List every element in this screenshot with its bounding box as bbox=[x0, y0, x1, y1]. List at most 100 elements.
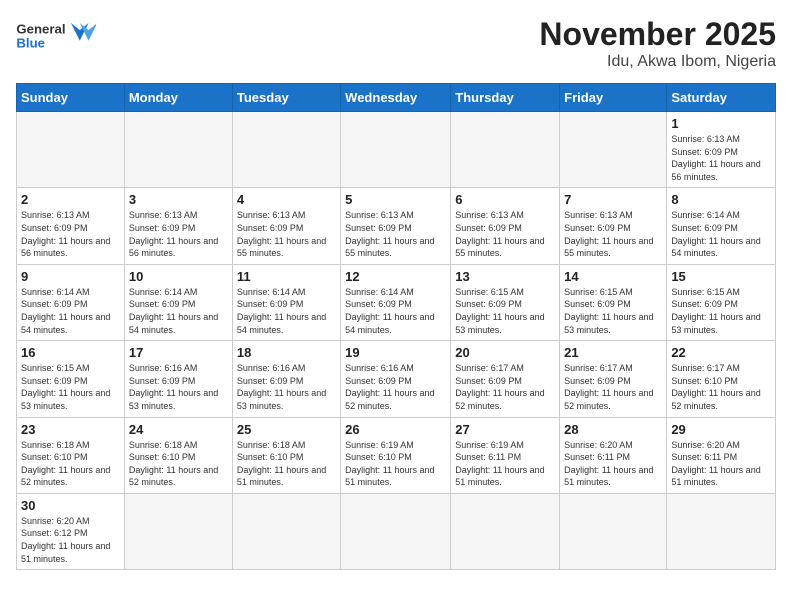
calendar-cell: 7Sunrise: 6:13 AM Sunset: 6:09 PM Daylig… bbox=[560, 188, 667, 264]
day-info: Sunrise: 6:13 AM Sunset: 6:09 PM Dayligh… bbox=[345, 209, 446, 259]
day-number: 17 bbox=[129, 345, 228, 360]
day-info: Sunrise: 6:17 AM Sunset: 6:09 PM Dayligh… bbox=[564, 362, 662, 412]
day-number: 13 bbox=[455, 269, 555, 284]
calendar-cell: 30 Sunrise: 6:20 AM Sunset: 6:12 PM Dayli… bbox=[17, 493, 125, 569]
calendar-header: SundayMondayTuesdayWednesdayThursdayFrid… bbox=[17, 84, 776, 112]
calendar-cell bbox=[17, 112, 125, 188]
day-number: 26 bbox=[345, 422, 446, 437]
calendar-cell: 26Sunrise: 6:19 AM Sunset: 6:10 PM Dayli… bbox=[341, 417, 451, 493]
day-info: Sunrise: 6:13 AM Sunset: 6:09 PM Dayligh… bbox=[671, 133, 771, 183]
day-info: Sunrise: 6:20 AM Sunset: 6:11 PM Dayligh… bbox=[564, 439, 662, 489]
day-info: Sunrise: 6:14 AM Sunset: 6:09 PM Dayligh… bbox=[129, 286, 228, 336]
calendar-week-5: 30 Sunrise: 6:20 AM Sunset: 6:12 PM Dayli… bbox=[17, 493, 776, 569]
day-info: Sunrise: 6:15 AM Sunset: 6:09 PM Dayligh… bbox=[671, 286, 771, 336]
header-day-thursday: Thursday bbox=[451, 84, 560, 112]
calendar-cell: 16Sunrise: 6:15 AM Sunset: 6:09 PM Dayli… bbox=[17, 341, 125, 417]
calendar-cell: 28 Sunrise: 6:20 AM Sunset: 6:11 PM Dayli… bbox=[560, 417, 667, 493]
calendar-cell: 25 Sunrise: 6:18 AM Sunset: 6:10 PM Dayli… bbox=[232, 417, 340, 493]
day-info: Sunrise: 6:14 AM Sunset: 6:09 PM Dayligh… bbox=[671, 209, 771, 259]
calendar-cell: 12 Sunrise: 6:14 AM Sunset: 6:09 PM Dayli… bbox=[341, 264, 451, 340]
calendar-cell bbox=[560, 112, 667, 188]
day-number: 21 bbox=[564, 345, 662, 360]
day-number: 30 bbox=[21, 498, 120, 513]
day-info: Sunrise: 6:18 AM Sunset: 6:10 PM Dayligh… bbox=[21, 439, 120, 489]
calendar-cell: 29Sunrise: 6:20 AM Sunset: 6:11 PM Dayli… bbox=[667, 417, 776, 493]
calendar-cell bbox=[232, 493, 340, 569]
calendar-cell bbox=[451, 493, 560, 569]
calendar-week-2: 9 Sunrise: 6:14 AM Sunset: 6:09 PM Daylig… bbox=[17, 264, 776, 340]
calendar-week-1: 2 Sunrise: 6:13 AM Sunset: 6:09 PM Daylig… bbox=[17, 188, 776, 264]
calendar-cell: 24Sunrise: 6:18 AM Sunset: 6:10 PM Dayli… bbox=[124, 417, 232, 493]
day-info: Sunrise: 6:16 AM Sunset: 6:09 PM Dayligh… bbox=[237, 362, 336, 412]
day-number: 14 bbox=[564, 269, 662, 284]
day-number: 3 bbox=[129, 192, 228, 207]
day-number: 4 bbox=[237, 192, 336, 207]
day-info: Sunrise: 6:14 AM Sunset: 6:09 PM Dayligh… bbox=[237, 286, 336, 336]
day-number: 11 bbox=[237, 269, 336, 284]
day-number: 1 bbox=[671, 116, 771, 131]
day-number: 24 bbox=[129, 422, 228, 437]
calendar-cell: 6 Sunrise: 6:13 AM Sunset: 6:09 PM Daylig… bbox=[451, 188, 560, 264]
day-number: 23 bbox=[21, 422, 120, 437]
header-day-wednesday: Wednesday bbox=[341, 84, 451, 112]
calendar-cell: 9Sunrise: 6:14 AM Sunset: 6:09 PM Daylig… bbox=[17, 264, 125, 340]
calendar-cell: 19Sunrise: 6:16 AM Sunset: 6:09 PM Dayli… bbox=[341, 341, 451, 417]
day-number: 6 bbox=[455, 192, 555, 207]
day-info: Sunrise: 6:18 AM Sunset: 6:10 PM Dayligh… bbox=[237, 439, 336, 489]
calendar-subtitle: Idu, Akwa Ibom, Nigeria bbox=[539, 53, 776, 71]
calendar-cell bbox=[124, 112, 232, 188]
header-day-friday: Friday bbox=[560, 84, 667, 112]
calendar-cell: 23 Sunrise: 6:18 AM Sunset: 6:10 PM Dayli… bbox=[17, 417, 125, 493]
day-number: 28 bbox=[564, 422, 662, 437]
day-number: 12 bbox=[345, 269, 446, 284]
calendar-week-3: 16Sunrise: 6:15 AM Sunset: 6:09 PM Dayli… bbox=[17, 341, 776, 417]
header-day-sunday: Sunday bbox=[17, 84, 125, 112]
day-number: 18 bbox=[237, 345, 336, 360]
calendar-week-4: 23 Sunrise: 6:18 AM Sunset: 6:10 PM Dayli… bbox=[17, 417, 776, 493]
calendar-body: 1 Sunrise: 6:13 AM Sunset: 6:09 PM Daylig… bbox=[17, 112, 776, 570]
day-info: Sunrise: 6:16 AM Sunset: 6:09 PM Dayligh… bbox=[345, 362, 446, 412]
calendar-cell: 18 Sunrise: 6:16 AM Sunset: 6:09 PM Dayli… bbox=[232, 341, 340, 417]
day-number: 5 bbox=[345, 192, 446, 207]
day-info: Sunrise: 6:15 AM Sunset: 6:09 PM Dayligh… bbox=[455, 286, 555, 336]
day-info: Sunrise: 6:20 AM Sunset: 6:12 PM Dayligh… bbox=[21, 515, 120, 565]
day-info: Sunrise: 6:15 AM Sunset: 6:09 PM Dayligh… bbox=[21, 362, 120, 412]
day-number: 20 bbox=[455, 345, 555, 360]
calendar-cell bbox=[667, 493, 776, 569]
header-day-tuesday: Tuesday bbox=[232, 84, 340, 112]
calendar-cell bbox=[451, 112, 560, 188]
day-number: 8 bbox=[671, 192, 771, 207]
calendar-header-row: SundayMondayTuesdayWednesdayThursdayFrid… bbox=[17, 84, 776, 112]
calendar-title: November 2025 bbox=[539, 16, 776, 53]
day-number: 15 bbox=[671, 269, 771, 284]
calendar-cell: 22 Sunrise: 6:17 AM Sunset: 6:10 PM Dayli… bbox=[667, 341, 776, 417]
calendar-cell: 17 Sunrise: 6:16 AM Sunset: 6:09 PM Dayli… bbox=[124, 341, 232, 417]
day-info: Sunrise: 6:13 AM Sunset: 6:09 PM Dayligh… bbox=[129, 209, 228, 259]
calendar-cell bbox=[341, 493, 451, 569]
calendar-cell: 10Sunrise: 6:14 AM Sunset: 6:09 PM Dayli… bbox=[124, 264, 232, 340]
day-number: 25 bbox=[237, 422, 336, 437]
calendar-cell: 2Sunrise: 6:13 AM Sunset: 6:09 PM Daylig… bbox=[17, 188, 125, 264]
page-header: General Blue November 2025 Idu, Akwa Ibo… bbox=[16, 16, 776, 71]
day-info: Sunrise: 6:19 AM Sunset: 6:11 PM Dayligh… bbox=[455, 439, 555, 489]
day-number: 7 bbox=[564, 192, 662, 207]
day-info: Sunrise: 6:13 AM Sunset: 6:09 PM Dayligh… bbox=[237, 209, 336, 259]
header-day-saturday: Saturday bbox=[667, 84, 776, 112]
logo-svg: General Blue bbox=[16, 16, 96, 60]
header-day-monday: Monday bbox=[124, 84, 232, 112]
day-number: 2 bbox=[21, 192, 120, 207]
day-number: 9 bbox=[21, 269, 120, 284]
calendar-cell: 15 Sunrise: 6:15 AM Sunset: 6:09 PM Dayli… bbox=[667, 264, 776, 340]
title-block: November 2025 Idu, Akwa Ibom, Nigeria bbox=[539, 16, 776, 71]
day-number: 22 bbox=[671, 345, 771, 360]
calendar-cell bbox=[560, 493, 667, 569]
calendar-cell bbox=[341, 112, 451, 188]
day-info: Sunrise: 6:14 AM Sunset: 6:09 PM Dayligh… bbox=[345, 286, 446, 336]
day-info: Sunrise: 6:17 AM Sunset: 6:10 PM Dayligh… bbox=[671, 362, 771, 412]
day-info: Sunrise: 6:16 AM Sunset: 6:09 PM Dayligh… bbox=[129, 362, 228, 412]
calendar-cell: 20Sunrise: 6:17 AM Sunset: 6:09 PM Dayli… bbox=[451, 341, 560, 417]
calendar-cell: 5 Sunrise: 6:13 AM Sunset: 6:09 PM Daylig… bbox=[341, 188, 451, 264]
calendar-week-0: 1 Sunrise: 6:13 AM Sunset: 6:09 PM Daylig… bbox=[17, 112, 776, 188]
calendar-cell: 21 Sunrise: 6:17 AM Sunset: 6:09 PM Dayli… bbox=[560, 341, 667, 417]
day-info: Sunrise: 6:13 AM Sunset: 6:09 PM Dayligh… bbox=[455, 209, 555, 259]
